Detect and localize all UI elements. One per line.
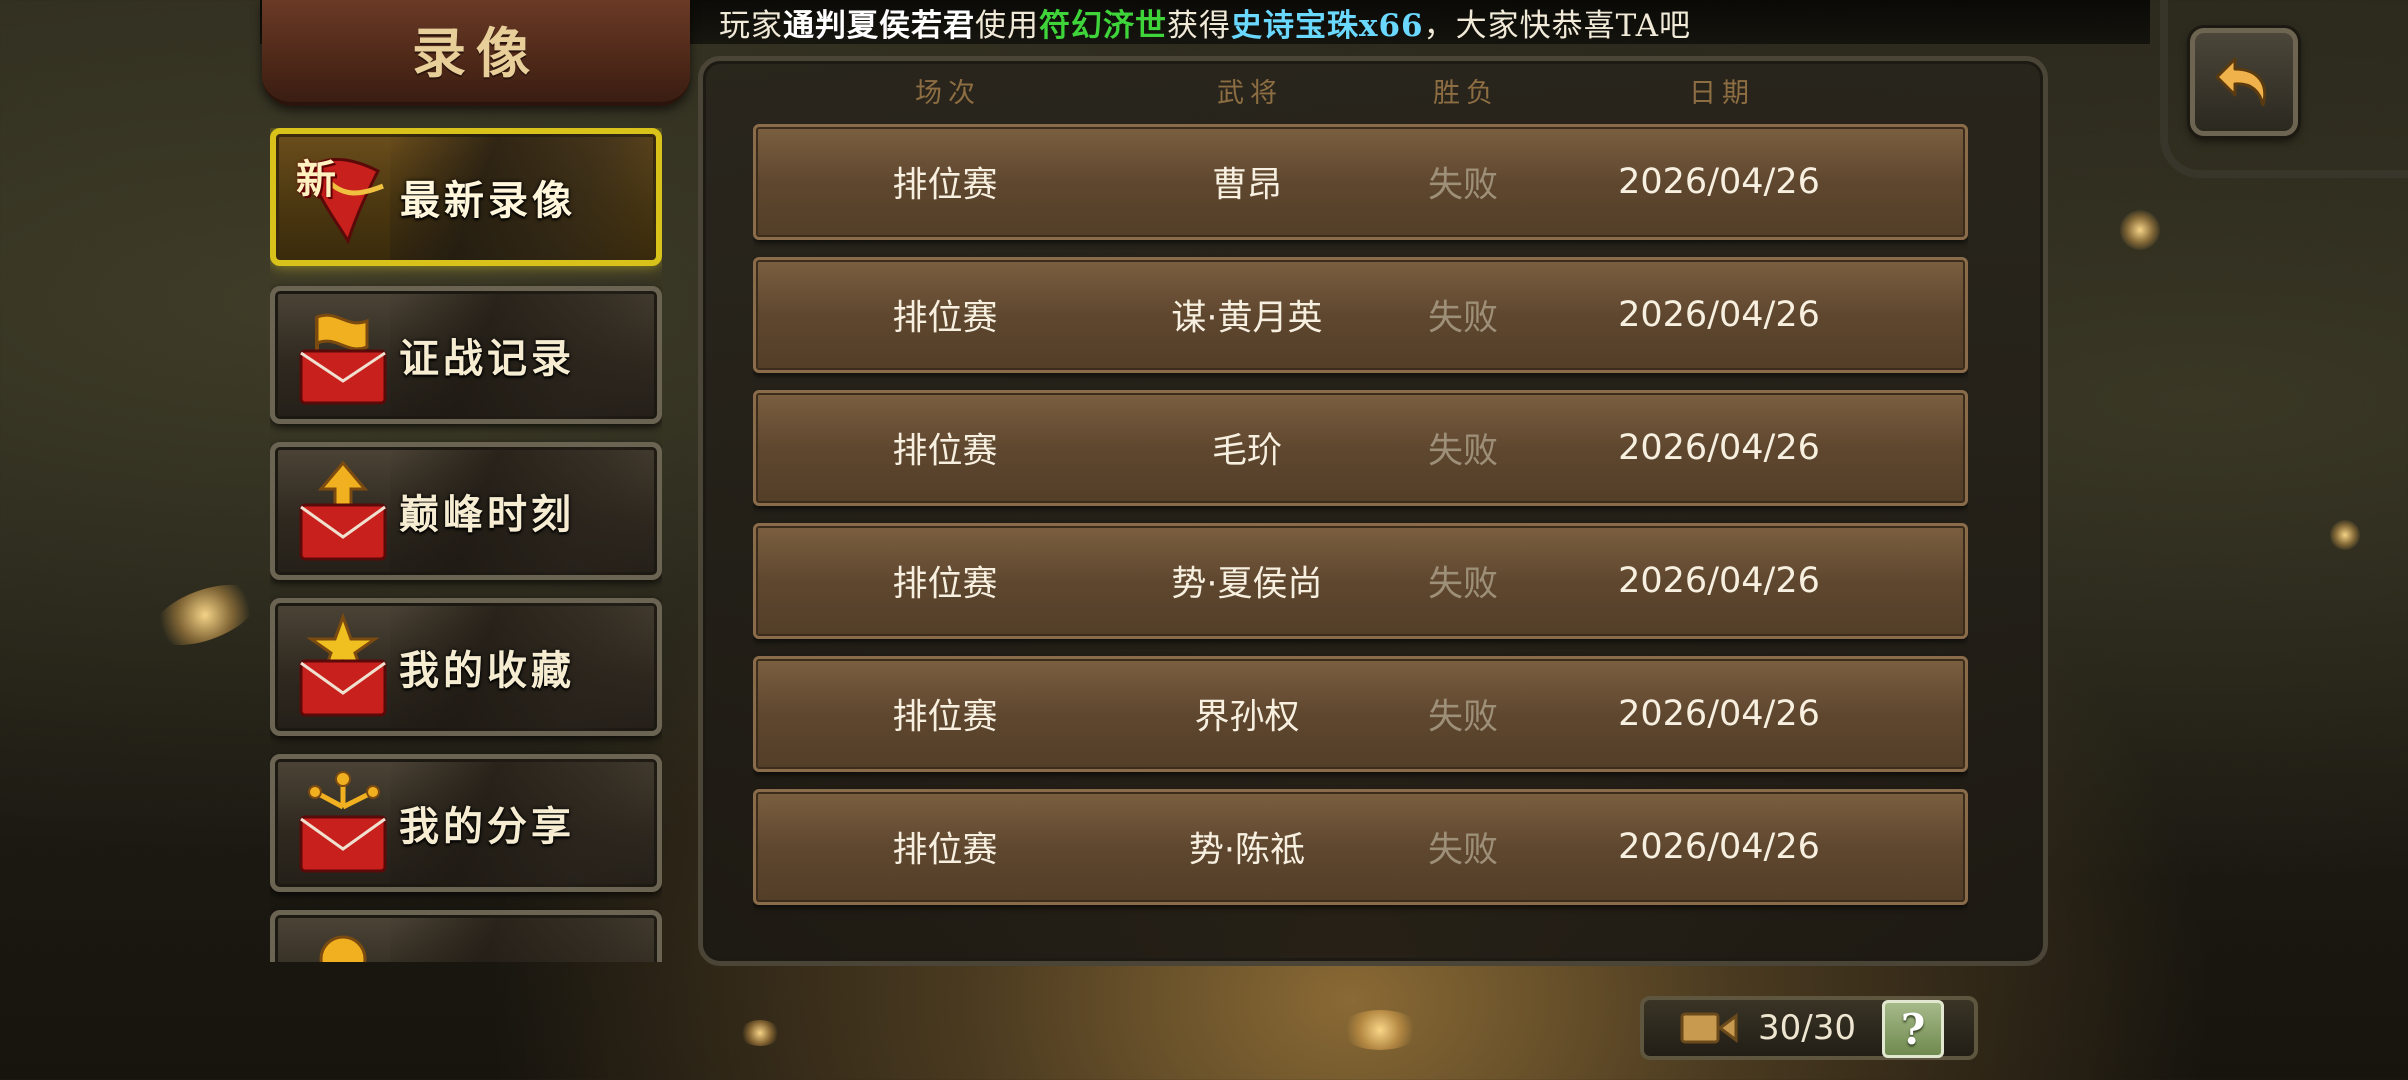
- column-header-general: 武将: [1217, 78, 1283, 109]
- row-general: 界孙权: [1194, 697, 1300, 738]
- row-mode: 排位赛: [892, 298, 998, 339]
- ember-spark: [2330, 520, 2360, 550]
- menu-item-my-favorites[interactable]: 我的收藏: [270, 598, 662, 736]
- row-result: 失败: [1427, 830, 1499, 871]
- banner-reward: 史诗宝珠x66: [1231, 7, 1424, 44]
- replay-row[interactable]: 排位赛 谋·黄月英 失败 2026/04/26: [753, 257, 1968, 373]
- row-date: 2026/04/26: [1618, 428, 1820, 468]
- menu-item-label: 巅峰时刻: [399, 491, 575, 538]
- menu-item-peak-moments[interactable]: 巅峰时刻: [270, 442, 662, 580]
- row-date: 2026/04/26: [1618, 694, 1820, 734]
- row-mode: 排位赛: [892, 165, 998, 206]
- row-general: 谋·黄月英: [1171, 298, 1323, 339]
- ember-spark: [740, 1020, 780, 1046]
- banner-prefix: 玩家: [719, 7, 783, 44]
- replay-row[interactable]: 排位赛 势·陈祗 失败 2026/04/26: [753, 789, 1968, 905]
- return-arrow-icon: [2215, 57, 2267, 107]
- table-header: 场次 武将 胜负 日期: [703, 71, 2043, 115]
- row-result: 失败: [1427, 431, 1499, 472]
- row-date: 2026/04/26: [1618, 827, 1820, 867]
- ember-spark: [1340, 1010, 1420, 1050]
- video-camera-icon: [1680, 1012, 1738, 1044]
- new-badge: 新: [296, 156, 336, 203]
- row-mode: 排位赛: [892, 431, 998, 472]
- replay-category-menu: 新 最新录像 证战记录 巅峰时刻 我的收藏 我的分享: [270, 128, 662, 962]
- menu-item-my-shares[interactable]: 我的分享: [270, 754, 662, 892]
- envelope-flag-icon: [287, 299, 399, 411]
- ribbon-scroll-icon: 新: [288, 141, 400, 253]
- help-button[interactable]: ?: [1882, 1000, 1944, 1058]
- row-general: 势·陈祗: [1188, 830, 1306, 871]
- replay-row[interactable]: 排位赛 势·夏侯尚 失败 2026/04/26: [753, 523, 1968, 639]
- page-title: 录像: [412, 21, 540, 85]
- replay-row[interactable]: 排位赛 毛玠 失败 2026/04/26: [753, 390, 1968, 506]
- row-mode: 排位赛: [892, 830, 998, 871]
- column-header-date: 日期: [1689, 78, 1755, 109]
- menu-item-label: 我的收藏: [399, 647, 575, 694]
- column-header-mode: 场次: [915, 78, 981, 109]
- banner-text: 使用: [975, 7, 1039, 44]
- ember-spark: [2120, 210, 2160, 250]
- menu-item-battle-records[interactable]: 证战记录: [270, 286, 662, 424]
- banner-suffix: ，大家快恭喜TA吧: [1423, 7, 1691, 44]
- menu-item-label: 我的分享: [399, 803, 575, 850]
- ember-spark: [144, 572, 266, 658]
- replay-row[interactable]: 排位赛 曹昂 失败 2026/04/26: [753, 124, 1968, 240]
- back-button[interactable]: [2190, 28, 2298, 136]
- banner-player-name: 通判夏侯若君: [783, 7, 975, 44]
- row-result: 失败: [1427, 697, 1499, 738]
- brush-stroke-decoration: [389, 915, 657, 962]
- menu-item-label: 证战记录: [399, 335, 575, 382]
- row-date: 2026/04/26: [1618, 295, 1820, 335]
- row-general: 曹昂: [1211, 165, 1283, 206]
- replay-row[interactable]: 排位赛 界孙权 失败 2026/04/26: [753, 656, 1968, 772]
- column-header-result: 胜负: [1433, 78, 1499, 109]
- title-plaque: 录像: [262, 0, 690, 106]
- row-general: 势·夏侯尚: [1171, 564, 1323, 605]
- row-result: 失败: [1427, 564, 1499, 605]
- replay-count: 30/30: [1758, 1008, 1856, 1048]
- menu-item-partial[interactable]: [270, 910, 662, 962]
- row-date: 2026/04/26: [1618, 162, 1820, 202]
- replay-capacity-counter: 30/30 ?: [1640, 996, 1978, 1060]
- replay-rows: 排位赛 曹昂 失败 2026/04/26 排位赛 谋·黄月英 失败 2026/0…: [753, 124, 1968, 964]
- banner-item-name: 符幻济世: [1039, 7, 1167, 44]
- row-mode: 排位赛: [892, 564, 998, 605]
- menu-item-label: 最新录像: [400, 177, 576, 224]
- row-result: 失败: [1427, 298, 1499, 339]
- envelope-icon: [287, 923, 399, 962]
- row-result: 失败: [1427, 165, 1499, 206]
- envelope-share-icon: [287, 767, 399, 879]
- row-mode: 排位赛: [892, 697, 998, 738]
- envelope-arrow-icon: [287, 455, 399, 567]
- banner-text: 获得: [1167, 7, 1231, 44]
- envelope-star-icon: [287, 611, 399, 723]
- row-general: 毛玠: [1211, 431, 1283, 472]
- menu-item-latest-replays[interactable]: 新 最新录像: [270, 128, 662, 266]
- row-date: 2026/04/26: [1618, 561, 1820, 601]
